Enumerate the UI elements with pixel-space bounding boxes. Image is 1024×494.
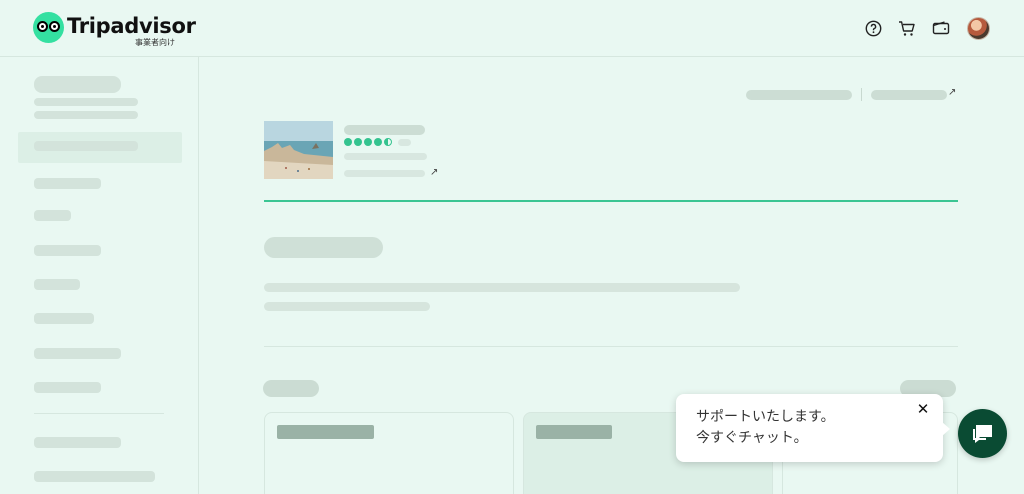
sidebar-subtitle-skeleton xyxy=(34,111,138,119)
card-title-skeleton xyxy=(536,425,612,439)
brand-subtitle: 事業者向け xyxy=(135,38,175,47)
chat-bubble-icon xyxy=(972,424,992,443)
description-skeleton xyxy=(264,302,430,311)
sidebar-item-skeleton[interactable] xyxy=(34,348,121,359)
description-skeleton xyxy=(264,283,740,292)
top-link-skeleton[interactable] xyxy=(746,90,852,100)
card[interactable] xyxy=(264,412,514,494)
sidebar-item-skeleton[interactable] xyxy=(34,313,94,324)
top-link-divider xyxy=(861,88,862,101)
chat-button[interactable] xyxy=(958,409,1007,458)
rating-bubble-icon xyxy=(374,138,382,146)
property-link-skeleton[interactable] xyxy=(344,170,425,177)
card-title-skeleton xyxy=(277,425,374,439)
chat-message-line: サポートいたします。 xyxy=(696,409,835,425)
section-title-skeleton xyxy=(263,380,319,397)
property-divider xyxy=(264,200,958,202)
sidebar-title-skeleton xyxy=(34,76,121,93)
external-link-icon: ↗ xyxy=(430,167,439,178)
section-divider xyxy=(264,346,958,347)
sidebar-divider xyxy=(34,413,164,414)
wallet-icon[interactable] xyxy=(931,18,951,38)
sidebar-item-skeleton[interactable] xyxy=(34,382,101,393)
rating-half-bubble-icon xyxy=(384,138,392,146)
rating-bubble-icon xyxy=(364,138,372,146)
rating-bubble-icon xyxy=(344,138,352,146)
sidebar-subtitle-skeleton xyxy=(34,98,138,106)
property-name-skeleton xyxy=(344,125,425,135)
cart-icon[interactable] xyxy=(897,18,917,38)
sidebar xyxy=(0,57,199,494)
external-link-icon: ↗ xyxy=(948,87,957,98)
sidebar-item-skeleton[interactable] xyxy=(34,471,155,482)
chat-tooltip[interactable]: サポートいたします。 今すぐチャット。 ✕ xyxy=(676,394,950,462)
external-link-skeleton[interactable] xyxy=(871,90,947,100)
help-icon[interactable] xyxy=(863,18,883,38)
top-header: Tripadvisor 事業者向け xyxy=(0,0,1024,57)
avatar[interactable] xyxy=(967,17,990,40)
property-location-skeleton xyxy=(344,153,427,160)
brand-name: Tripadvisor xyxy=(67,14,196,38)
chat-message-line: 今すぐチャット。 xyxy=(696,430,808,446)
sidebar-item-skeleton[interactable] xyxy=(34,279,80,290)
rating-bubble-icon xyxy=(354,138,362,146)
sidebar-item-skeleton[interactable] xyxy=(34,178,101,189)
close-icon[interactable]: ✕ xyxy=(916,402,930,417)
sidebar-item-skeleton xyxy=(34,141,138,151)
review-count-skeleton xyxy=(398,139,411,146)
sidebar-item-skeleton[interactable] xyxy=(34,245,101,256)
sidebar-item-skeleton[interactable] xyxy=(34,437,121,448)
owl-logo-icon xyxy=(33,12,64,43)
page-title-skeleton xyxy=(264,237,383,258)
sidebar-item-skeleton[interactable] xyxy=(34,210,71,221)
property-thumbnail[interactable] xyxy=(264,121,333,179)
chat-message: サポートいたします。 今すぐチャット。 xyxy=(696,407,835,449)
rating-bubbles xyxy=(344,138,392,146)
